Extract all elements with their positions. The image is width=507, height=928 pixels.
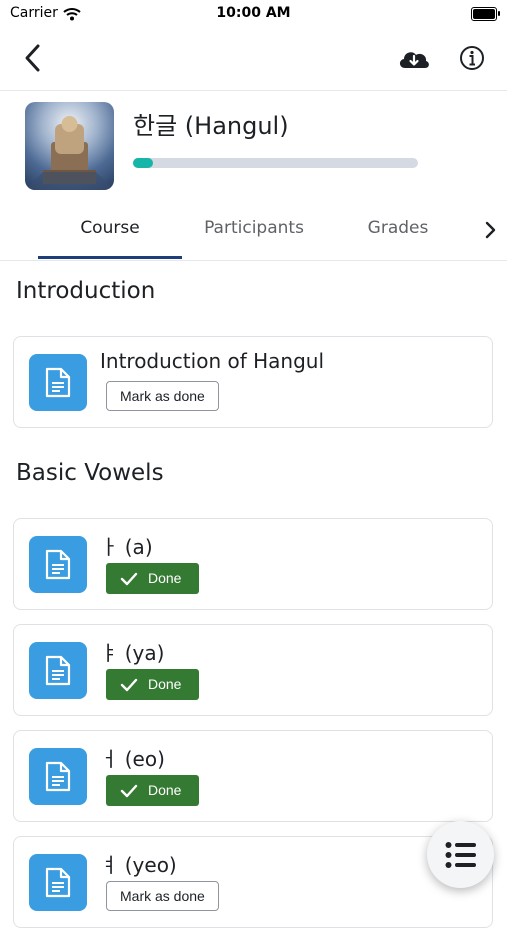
progress-bar [133, 158, 418, 168]
document-icon [45, 761, 71, 792]
course-header: 한글 (Hangul) [0, 92, 507, 202]
activity-document-icon [29, 854, 87, 911]
done-label: Done [148, 570, 182, 586]
activity-document-icon [29, 536, 87, 593]
top-nav [0, 28, 507, 91]
chevron-left-icon [25, 44, 40, 72]
chevron-right-icon [485, 221, 496, 239]
active-tab-indicator [38, 256, 182, 259]
activity-name[interactable]: ㅓ (eo) [100, 743, 165, 772]
document-icon [45, 549, 71, 580]
activity-card[interactable]: ㅑ (ya) Done [13, 624, 493, 716]
back-button[interactable] [18, 42, 50, 74]
course-image [25, 102, 114, 190]
tab-course[interactable]: Course [38, 218, 182, 238]
activity-name[interactable]: ㅕ (yeo) [100, 849, 177, 878]
activity-card[interactable]: ㅕ (yeo) Mark as done [13, 836, 493, 928]
activity-name[interactable]: Introduction of Hangul [100, 349, 324, 373]
done-label: Done [148, 782, 182, 798]
cloud-download-icon [399, 52, 429, 68]
mark-as-done-button[interactable]: Mark as done [106, 881, 219, 911]
activity-card[interactable]: ㅏ (a) Done [13, 518, 493, 610]
info-icon [460, 46, 484, 70]
activity-card[interactable]: ㅓ (eo) Done [13, 730, 493, 822]
checkmark-icon [120, 678, 138, 692]
activity-card[interactable]: Introduction of Hangul Mark as done [13, 336, 493, 428]
mark-as-done-button[interactable]: Mark as done [106, 381, 219, 411]
progress-fill [133, 158, 153, 168]
document-icon [45, 867, 71, 898]
info-button[interactable] [456, 42, 488, 74]
course-tabs: Course Participants Grades [0, 204, 507, 261]
tab-grades[interactable]: Grades [326, 218, 470, 238]
battery-icon [471, 7, 500, 21]
activity-name[interactable]: ㅏ (a) [100, 531, 153, 560]
done-button[interactable]: Done [106, 775, 199, 806]
section-title-introduction: Introduction [16, 278, 156, 304]
document-icon [45, 367, 71, 398]
done-label: Done [148, 676, 182, 692]
status-bar: Carrier 10:00 AM [0, 0, 507, 28]
activity-name[interactable]: ㅑ (ya) [100, 637, 164, 666]
checkmark-icon [120, 784, 138, 798]
course-index-button[interactable] [427, 821, 494, 888]
done-button[interactable]: Done [106, 563, 199, 594]
status-time: 10:00 AM [216, 5, 291, 21]
activity-document-icon [29, 642, 87, 699]
list-icon [445, 842, 476, 868]
activity-document-icon [29, 748, 87, 805]
checkmark-icon [120, 572, 138, 586]
document-icon [45, 655, 71, 686]
tabs-next-button[interactable] [478, 218, 502, 242]
done-button[interactable]: Done [106, 669, 199, 700]
activity-document-icon [29, 354, 87, 411]
tab-participants[interactable]: Participants [182, 218, 326, 238]
section-title-basic-vowels: Basic Vowels [16, 460, 164, 486]
course-title: 한글 (Hangul) [133, 112, 289, 140]
download-button[interactable] [396, 42, 432, 74]
